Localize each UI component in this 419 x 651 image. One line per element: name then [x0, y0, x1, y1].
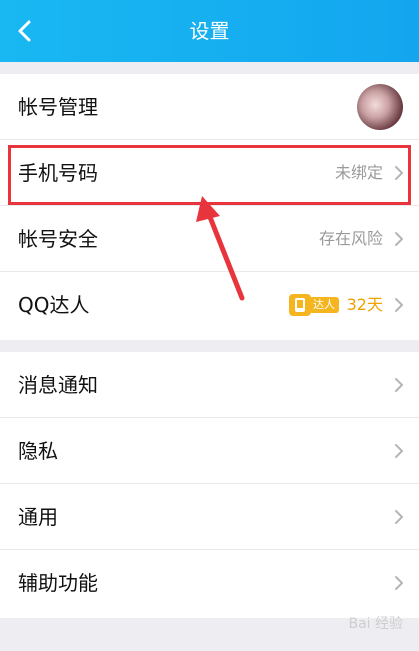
avatar — [357, 84, 403, 130]
settings-row-notifications[interactable]: 消息通知 — [0, 352, 419, 418]
row-label: 隐私 — [18, 439, 58, 463]
watermark: Bai 经验 — [348, 616, 403, 632]
row-label: 帐号安全 — [18, 227, 98, 251]
settings-row-privacy[interactable]: 隐私 — [0, 418, 419, 484]
qq-expert-badge: 达人 — [289, 294, 339, 316]
badge-tag: 达人 — [309, 297, 339, 313]
settings-row-accessibility[interactable]: 辅助功能 — [0, 550, 419, 616]
settings-row-general[interactable]: 通用 — [0, 484, 419, 550]
phone-crown-icon — [289, 294, 311, 316]
row-label: 通用 — [18, 505, 58, 529]
chevron-right-icon — [395, 444, 403, 458]
chevron-right-icon — [395, 510, 403, 524]
chevron-right-icon — [395, 576, 403, 590]
row-label: 帐号管理 — [18, 95, 98, 119]
row-value: 存在风险 — [318, 229, 383, 248]
chevron-right-icon — [395, 232, 403, 246]
header-bar: 设置 — [0, 0, 419, 62]
row-label: 消息通知 — [18, 373, 98, 397]
chevron-right-icon — [395, 378, 403, 392]
annotation-arrow-icon — [196, 196, 245, 301]
row-label: 辅助功能 — [18, 571, 98, 595]
settings-row-account-management[interactable]: 帐号管理 — [0, 74, 419, 140]
page-title: 设置 — [189, 19, 230, 43]
general-settings-group: 消息通知 隐私 通用 辅助功能 — [0, 352, 419, 618]
row-label: QQ达人 — [18, 293, 90, 317]
expert-days: 32天 — [346, 295, 383, 314]
chevron-right-icon — [395, 298, 403, 312]
